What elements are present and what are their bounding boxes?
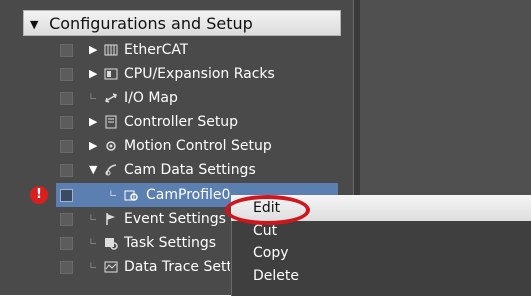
item-checkbox[interactable]	[60, 116, 73, 129]
collapse-arrow-icon[interactable]: ▼	[30, 12, 44, 38]
item-checkbox[interactable]	[60, 44, 73, 57]
expand-arrow-icon[interactable]: ▶	[89, 134, 97, 158]
tree-item-label: Data Trace Setti	[124, 259, 230, 275]
item-checkbox[interactable]	[60, 261, 73, 274]
tree-item-cam-data-settings[interactable]: ▼ Cam Data Settings	[0, 158, 353, 182]
configurations-header-label: Configurations and Setup	[49, 14, 253, 33]
tree-item-label: Cam Data Settings	[124, 162, 256, 178]
controller-icon	[105, 115, 117, 129]
expand-arrow-icon[interactable]: ▶	[89, 110, 97, 134]
tree-item-label: Event Settings	[124, 211, 226, 227]
tree-item-label: CamProfile0	[146, 187, 231, 203]
cam-profile-icon	[124, 190, 138, 201]
configurations-header[interactable]: ▼ Configurations and Setup	[23, 10, 341, 36]
tree-item-label: EtherCAT	[124, 42, 189, 58]
tree-item-motion-control-setup[interactable]: ▶ Motion Control Setup	[0, 134, 353, 158]
error-badge-icon: !	[30, 186, 48, 204]
flag-icon	[106, 213, 115, 225]
tree-item-label: I/O Map	[124, 90, 178, 106]
item-checkbox[interactable]	[60, 164, 73, 177]
expand-arrow-icon[interactable]: ▶	[89, 38, 97, 62]
rack-icon	[104, 68, 118, 80]
tree-connector: ∟	[89, 237, 98, 248]
trace-icon	[104, 261, 118, 273]
tree-item-controller-setup[interactable]: ▶ Controller Setup	[0, 110, 353, 134]
tree-item-label: Motion Control Setup	[124, 138, 272, 154]
cam-icon	[105, 164, 117, 176]
tree-connector: ∟	[89, 92, 98, 103]
window: ▼ Configurations and Setup ▶ EtherCAT ▶ …	[0, 0, 531, 296]
menu-item-delete[interactable]: Delete	[253, 266, 299, 286]
menu-item-copy[interactable]: Copy	[253, 243, 289, 263]
item-checkbox[interactable]	[60, 189, 73, 202]
item-checkbox[interactable]	[60, 68, 73, 81]
item-checkbox[interactable]	[60, 140, 73, 153]
tree-item-label: Controller Setup	[124, 114, 239, 130]
collapse-arrow-icon[interactable]: ▼	[89, 158, 97, 182]
item-checkbox[interactable]	[60, 237, 73, 250]
tree-connector: ∟	[109, 189, 118, 200]
tree-item-io-map[interactable]: ∟ I/O Map	[0, 86, 353, 110]
tree-item-label: CPU/Expansion Racks	[124, 66, 275, 82]
tree-connector: ∟	[89, 213, 98, 224]
highlight-oval	[225, 195, 310, 225]
io-map-icon	[105, 93, 117, 103]
tree-connector: ∟	[89, 261, 98, 272]
tree-item-label: Task Settings	[124, 235, 217, 251]
item-checkbox[interactable]	[60, 92, 73, 105]
gear-icon	[106, 141, 116, 151]
expand-arrow-icon[interactable]: ▶	[89, 62, 97, 86]
ethercat-icon	[104, 44, 118, 56]
task-icon	[105, 238, 118, 250]
tree-item-cpu-expansion-racks[interactable]: ▶ CPU/Expansion Racks	[0, 62, 353, 86]
tree-item-ethercat[interactable]: ▶ EtherCAT	[0, 38, 353, 62]
item-checkbox[interactable]	[60, 213, 73, 226]
